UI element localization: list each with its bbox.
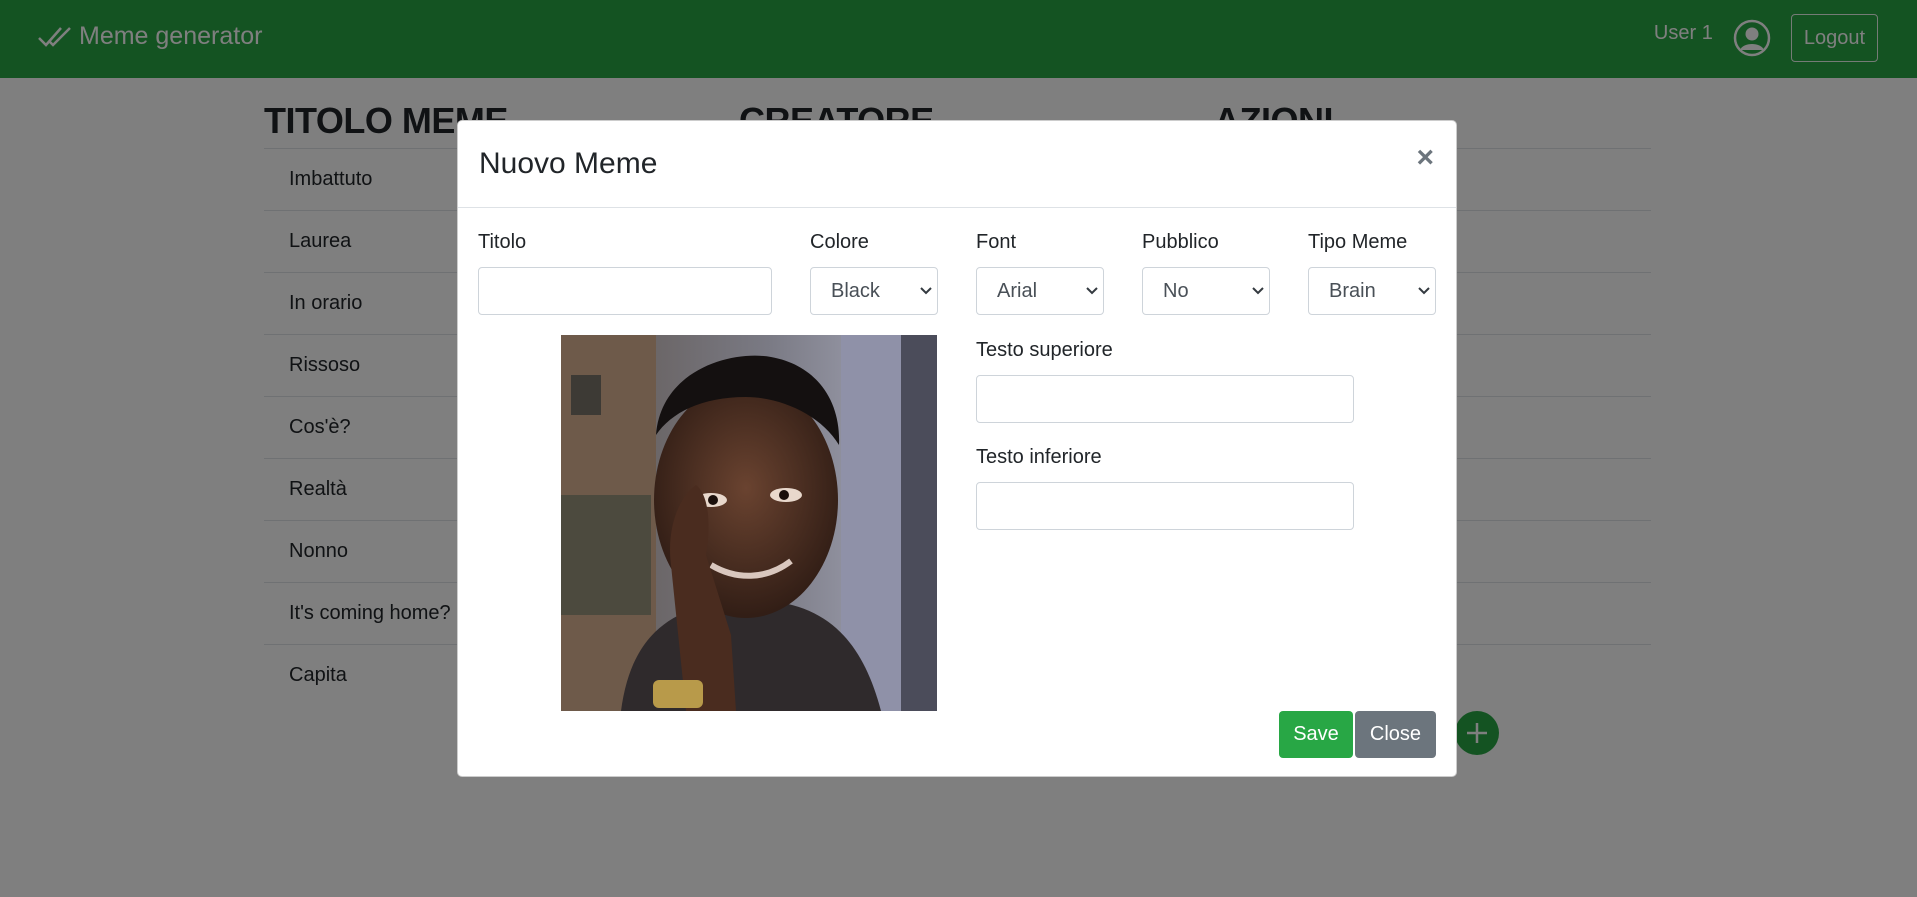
modal-header: Nuovo Meme × bbox=[458, 121, 1456, 208]
tipo-meme-select[interactable]: Brain bbox=[1308, 267, 1436, 315]
close-button[interactable]: Close bbox=[1355, 711, 1436, 758]
testo-superiore-label: Testo superiore bbox=[976, 339, 1113, 361]
chevron-down-icon bbox=[1086, 287, 1098, 295]
pubblico-label: Pubblico bbox=[1142, 231, 1219, 253]
meme-photo bbox=[561, 335, 937, 711]
modal-title: Nuovo Meme bbox=[479, 147, 658, 180]
chevron-down-icon bbox=[1418, 287, 1430, 295]
testo-superiore-input[interactable] bbox=[976, 375, 1354, 423]
testo-inferiore-label: Testo inferiore bbox=[976, 446, 1102, 468]
colore-label: Colore bbox=[810, 231, 869, 253]
close-icon[interactable]: × bbox=[1416, 143, 1434, 173]
chevron-down-icon bbox=[1252, 287, 1264, 295]
pubblico-value: No bbox=[1163, 279, 1189, 302]
font-select[interactable]: Arial bbox=[976, 267, 1104, 315]
titolo-label: Titolo bbox=[478, 231, 527, 253]
colore-select[interactable]: Black bbox=[810, 267, 938, 315]
testo-inferiore-input[interactable] bbox=[976, 482, 1354, 530]
font-label: Font bbox=[976, 231, 1017, 253]
meme-preview-image bbox=[561, 335, 937, 711]
tipo-meme-value: Brain bbox=[1329, 279, 1376, 302]
new-meme-modal: Nuovo Meme × Titolo Colore Black Font Ar… bbox=[457, 120, 1457, 777]
pubblico-select[interactable]: No bbox=[1142, 267, 1270, 315]
chevron-down-icon bbox=[920, 287, 932, 295]
titolo-input[interactable] bbox=[478, 267, 772, 315]
save-button[interactable]: Save bbox=[1279, 711, 1353, 758]
colore-value: Black bbox=[831, 279, 880, 302]
font-value: Arial bbox=[997, 279, 1038, 302]
tipo-meme-label: Tipo Meme bbox=[1308, 231, 1408, 253]
